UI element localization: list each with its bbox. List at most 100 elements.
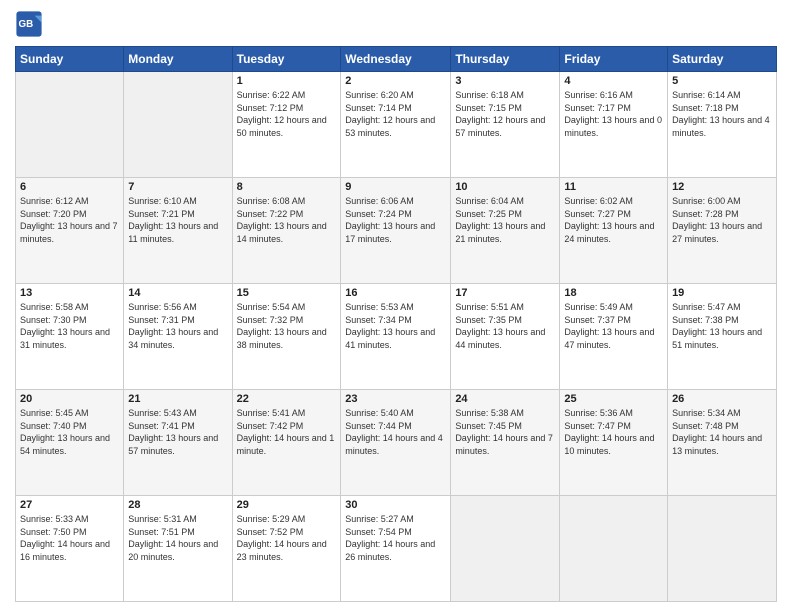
day-info: Sunrise: 6:00 AM Sunset: 7:28 PM Dayligh… bbox=[672, 195, 772, 245]
calendar-day-cell: 18 Sunrise: 5:49 AM Sunset: 7:37 PM Dayli… bbox=[560, 284, 668, 390]
day-number: 7 bbox=[128, 181, 227, 193]
day-info: Sunrise: 5:40 AM Sunset: 7:44 PM Dayligh… bbox=[345, 407, 446, 457]
day-info: Sunrise: 5:47 AM Sunset: 7:38 PM Dayligh… bbox=[672, 301, 772, 351]
page: GB SundayMondayTuesdayWednesdayThursdayF… bbox=[0, 0, 792, 612]
day-number: 12 bbox=[672, 181, 772, 193]
calendar-day-cell: 9Sunrise: 6:06 AM Sunset: 7:24 PM Daylig… bbox=[341, 178, 451, 284]
calendar-day-cell: 22 Sunrise: 5:41 AM Sunset: 7:42 PM Dayli… bbox=[232, 390, 341, 496]
day-number: 19 bbox=[672, 287, 772, 299]
calendar-week-row: 13Sunrise: 5:58 AM Sunset: 7:30 PM Dayli… bbox=[16, 284, 777, 390]
day-number: 17 bbox=[455, 287, 555, 299]
day-info: Sunrise: 5:54 AM Sunset: 7:32 PM Dayligh… bbox=[237, 301, 337, 351]
day-info: Sunrise: 5:49 AM Sunset: 7:37 PM Dayligh… bbox=[564, 301, 663, 351]
day-number: 28 bbox=[128, 499, 227, 511]
calendar: SundayMondayTuesdayWednesdayThursdayFrid… bbox=[15, 46, 777, 602]
calendar-week-row: 27 Sunrise: 5:33 AM Sunset: 7:50 PM Dayli… bbox=[16, 496, 777, 602]
calendar-day-cell: 24 Sunrise: 5:38 AM Sunset: 7:45 PM Dayli… bbox=[451, 390, 560, 496]
calendar-week-row: 20Sunrise: 5:45 AM Sunset: 7:40 PM Dayli… bbox=[16, 390, 777, 496]
calendar-day-cell: 7Sunrise: 6:10 AM Sunset: 7:21 PM Daylig… bbox=[124, 178, 232, 284]
day-info: Sunrise: 5:38 AM Sunset: 7:45 PM Dayligh… bbox=[455, 407, 555, 457]
calendar-day-cell: 5 Sunrise: 6:14 AM Sunset: 7:18 PM Daylig… bbox=[668, 72, 777, 178]
calendar-day-cell bbox=[16, 72, 124, 178]
weekday-header: Sunday bbox=[16, 47, 124, 72]
day-info: Sunrise: 5:27 AM Sunset: 7:54 PM Dayligh… bbox=[345, 513, 446, 563]
day-info: Sunrise: 6:20 AM Sunset: 7:14 PM Dayligh… bbox=[345, 89, 446, 139]
day-info: Sunrise: 5:33 AM Sunset: 7:50 PM Dayligh… bbox=[20, 513, 119, 563]
day-number: 27 bbox=[20, 499, 119, 511]
day-number: 6 bbox=[20, 181, 119, 193]
day-info: Sunrise: 5:58 AM Sunset: 7:30 PM Dayligh… bbox=[20, 301, 119, 351]
day-info: Sunrise: 6:08 AM Sunset: 7:22 PM Dayligh… bbox=[237, 195, 337, 245]
calendar-day-cell: 21 Sunrise: 5:43 AM Sunset: 7:41 PM Dayli… bbox=[124, 390, 232, 496]
day-number: 24 bbox=[455, 393, 555, 405]
day-number: 26 bbox=[672, 393, 772, 405]
day-info: Sunrise: 6:06 AM Sunset: 7:24 PM Dayligh… bbox=[345, 195, 446, 245]
day-number: 18 bbox=[564, 287, 663, 299]
day-number: 8 bbox=[237, 181, 337, 193]
calendar-day-cell: 4 Sunrise: 6:16 AM Sunset: 7:17 PM Daylig… bbox=[560, 72, 668, 178]
calendar-day-cell: 12 Sunrise: 6:00 AM Sunset: 7:28 PM Dayli… bbox=[668, 178, 777, 284]
calendar-day-cell bbox=[560, 496, 668, 602]
svg-text:GB: GB bbox=[19, 19, 34, 30]
day-info: Sunrise: 5:56 AM Sunset: 7:31 PM Dayligh… bbox=[128, 301, 227, 351]
day-number: 10 bbox=[455, 181, 555, 193]
weekday-header: Tuesday bbox=[232, 47, 341, 72]
weekday-header: Monday bbox=[124, 47, 232, 72]
day-number: 5 bbox=[672, 75, 772, 87]
day-number: 21 bbox=[128, 393, 227, 405]
day-number: 22 bbox=[237, 393, 337, 405]
day-number: 4 bbox=[564, 75, 663, 87]
weekday-header: Wednesday bbox=[341, 47, 451, 72]
calendar-day-cell: 20Sunrise: 5:45 AM Sunset: 7:40 PM Dayli… bbox=[16, 390, 124, 496]
calendar-day-cell bbox=[124, 72, 232, 178]
day-info: Sunrise: 5:41 AM Sunset: 7:42 PM Dayligh… bbox=[237, 407, 337, 457]
calendar-day-cell: 29 Sunrise: 5:29 AM Sunset: 7:52 PM Dayli… bbox=[232, 496, 341, 602]
day-number: 2 bbox=[345, 75, 446, 87]
calendar-day-cell: 13Sunrise: 5:58 AM Sunset: 7:30 PM Dayli… bbox=[16, 284, 124, 390]
day-info: Sunrise: 5:31 AM Sunset: 7:51 PM Dayligh… bbox=[128, 513, 227, 563]
day-info: Sunrise: 6:16 AM Sunset: 7:17 PM Dayligh… bbox=[564, 89, 663, 139]
calendar-day-cell: 25 Sunrise: 5:36 AM Sunset: 7:47 PM Dayli… bbox=[560, 390, 668, 496]
calendar-day-cell: 23 Sunrise: 5:40 AM Sunset: 7:44 PM Dayli… bbox=[341, 390, 451, 496]
day-number: 25 bbox=[564, 393, 663, 405]
calendar-day-cell: 11 Sunrise: 6:02 AM Sunset: 7:27 PM Dayli… bbox=[560, 178, 668, 284]
day-info: Sunrise: 5:53 AM Sunset: 7:34 PM Dayligh… bbox=[345, 301, 446, 351]
day-number: 20 bbox=[20, 393, 119, 405]
calendar-day-cell: 16Sunrise: 5:53 AM Sunset: 7:34 PM Dayli… bbox=[341, 284, 451, 390]
day-number: 14 bbox=[128, 287, 227, 299]
day-info: Sunrise: 6:02 AM Sunset: 7:27 PM Dayligh… bbox=[564, 195, 663, 245]
calendar-header-row: SundayMondayTuesdayWednesdayThursdayFrid… bbox=[16, 47, 777, 72]
weekday-header: Thursday bbox=[451, 47, 560, 72]
day-info: Sunrise: 6:18 AM Sunset: 7:15 PM Dayligh… bbox=[455, 89, 555, 139]
calendar-day-cell: 14 Sunrise: 5:56 AM Sunset: 7:31 PM Dayli… bbox=[124, 284, 232, 390]
calendar-day-cell: 28 Sunrise: 5:31 AM Sunset: 7:51 PM Dayli… bbox=[124, 496, 232, 602]
calendar-day-cell: 2 Sunrise: 6:20 AM Sunset: 7:14 PM Daylig… bbox=[341, 72, 451, 178]
calendar-day-cell: 8 Sunrise: 6:08 AM Sunset: 7:22 PM Daylig… bbox=[232, 178, 341, 284]
day-info: Sunrise: 6:14 AM Sunset: 7:18 PM Dayligh… bbox=[672, 89, 772, 139]
day-number: 3 bbox=[455, 75, 555, 87]
calendar-week-row: 1Sunrise: 6:22 AM Sunset: 7:12 PM Daylig… bbox=[16, 72, 777, 178]
calendar-day-cell: 30 Sunrise: 5:27 AM Sunset: 7:54 PM Dayli… bbox=[341, 496, 451, 602]
weekday-header: Saturday bbox=[668, 47, 777, 72]
logo-icon: GB bbox=[15, 10, 43, 38]
day-number: 1 bbox=[237, 75, 337, 87]
day-number: 15 bbox=[237, 287, 337, 299]
day-info: Sunrise: 5:36 AM Sunset: 7:47 PM Dayligh… bbox=[564, 407, 663, 457]
day-number: 23 bbox=[345, 393, 446, 405]
day-number: 30 bbox=[345, 499, 446, 511]
weekday-header: Friday bbox=[560, 47, 668, 72]
calendar-day-cell bbox=[668, 496, 777, 602]
calendar-day-cell: 1Sunrise: 6:22 AM Sunset: 7:12 PM Daylig… bbox=[232, 72, 341, 178]
calendar-day-cell: 6Sunrise: 6:12 AM Sunset: 7:20 PM Daylig… bbox=[16, 178, 124, 284]
calendar-day-cell bbox=[451, 496, 560, 602]
day-number: 11 bbox=[564, 181, 663, 193]
day-info: Sunrise: 5:34 AM Sunset: 7:48 PM Dayligh… bbox=[672, 407, 772, 457]
calendar-day-cell: 15 Sunrise: 5:54 AM Sunset: 7:32 PM Dayli… bbox=[232, 284, 341, 390]
logo: GB bbox=[15, 10, 45, 38]
calendar-day-cell: 17Sunrise: 5:51 AM Sunset: 7:35 PM Dayli… bbox=[451, 284, 560, 390]
day-number: 29 bbox=[237, 499, 337, 511]
calendar-day-cell: 26 Sunrise: 5:34 AM Sunset: 7:48 PM Dayli… bbox=[668, 390, 777, 496]
calendar-week-row: 6Sunrise: 6:12 AM Sunset: 7:20 PM Daylig… bbox=[16, 178, 777, 284]
day-info: Sunrise: 5:29 AM Sunset: 7:52 PM Dayligh… bbox=[237, 513, 337, 563]
day-info: Sunrise: 5:43 AM Sunset: 7:41 PM Dayligh… bbox=[128, 407, 227, 457]
